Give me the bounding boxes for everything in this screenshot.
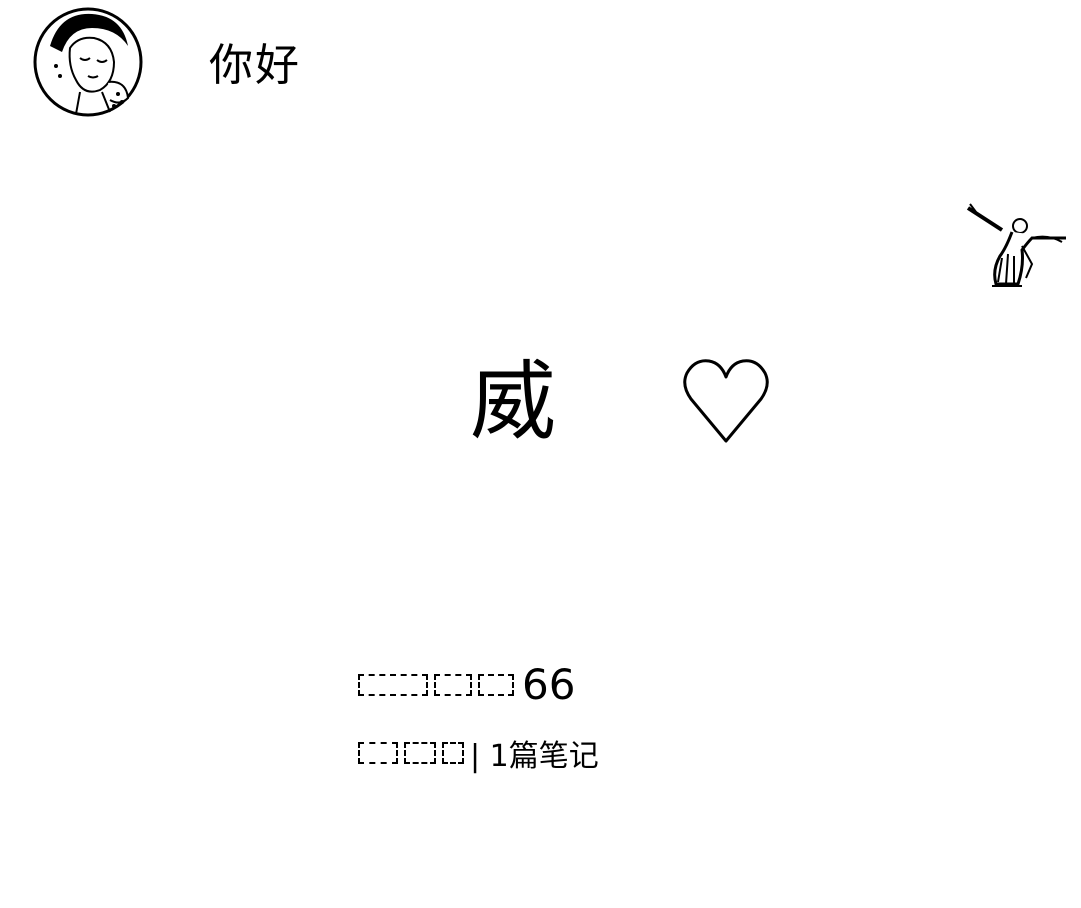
masked-text	[358, 742, 398, 764]
username: 66	[358, 660, 575, 710]
username-suffix: 66	[522, 660, 576, 709]
masked-text	[358, 674, 428, 696]
masked-text	[478, 674, 514, 696]
masked-text	[442, 742, 464, 764]
avatar[interactable]	[30, 6, 146, 118]
illustrated-woman-avatar-icon	[33, 7, 143, 117]
heart-icon[interactable]	[679, 355, 773, 449]
profile-meta: | 1篇笔记	[358, 733, 599, 774]
masked-text	[434, 674, 472, 696]
notes-count: | 1篇笔记	[470, 739, 599, 774]
title-character: 威	[470, 352, 556, 452]
masked-text	[404, 742, 436, 764]
dancing-figure-illustration-icon	[962, 198, 1070, 290]
greeting-text: 你好	[209, 40, 301, 91]
